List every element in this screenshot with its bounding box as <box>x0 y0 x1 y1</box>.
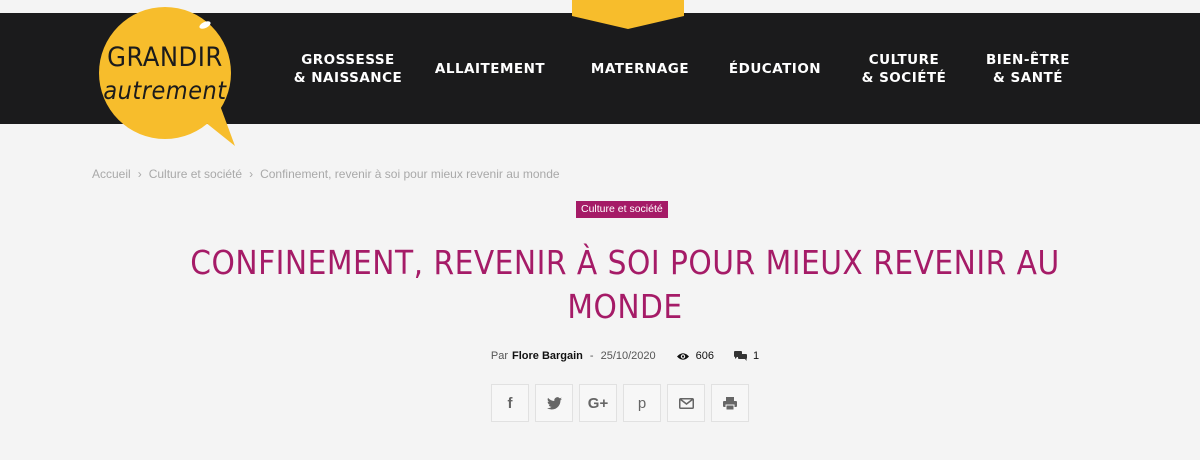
breadcrumb-home-link[interactable]: Accueil <box>92 167 131 181</box>
breadcrumb-separator: › <box>137 167 142 181</box>
nav-label-line-1: GROSSESSE <box>301 51 395 68</box>
eye-icon <box>676 352 689 360</box>
main-nav: GROSSESSE & NAISSANCE ALLAITEMENT MATERNA… <box>270 13 1110 124</box>
publish-date: 25/10/2020 <box>600 350 656 362</box>
breadcrumb: Accueil › Culture et société › Confinement, … <box>92 167 560 181</box>
leaf-icon <box>199 21 211 29</box>
pinterest-icon: p <box>637 394 647 412</box>
comments-count[interactable]: 1 <box>734 350 759 362</box>
nav-item-education[interactable]: ÉDUCATION <box>720 13 830 124</box>
breadcrumb-category-link[interactable]: Culture et société <box>149 167 242 181</box>
twitter-icon <box>546 396 562 409</box>
nav-item-allaitement[interactable]: ALLAITEMENT <box>430 13 550 124</box>
share-facebook-button[interactable]: f <box>491 384 529 422</box>
site-logo[interactable]: GRANDIR autrement <box>90 0 240 146</box>
nav-label: MATERNAGE <box>590 60 690 77</box>
article-title: CONFINEMENT, REVENIR À SOI POUR MIEUX RE… <box>190 243 1060 326</box>
logo-line-2: autrement <box>103 76 227 105</box>
views-value: 606 <box>695 350 714 362</box>
nav-item-grossesse-naissance[interactable]: GROSSESSE & NAISSANCE <box>280 13 416 124</box>
nav-label-line-2: & SANTÉ <box>993 69 1063 86</box>
nav-label: ALLAITEMENT <box>434 60 546 77</box>
logo-speech-bubble <box>99 7 235 146</box>
share-googleplus-button[interactable]: G+ <box>579 384 617 422</box>
google-plus-icon: G+ <box>587 394 609 412</box>
facebook-icon: f <box>507 394 513 412</box>
meta-separator: - <box>589 350 594 362</box>
share-email-button[interactable] <box>667 384 705 422</box>
breadcrumb-current: Confinement, revenir à soi pour mieux re… <box>260 167 560 181</box>
category-badge[interactable]: Culture et société <box>576 201 668 218</box>
share-bar: f G+ p <box>491 384 749 422</box>
nav-item-culture-societe[interactable]: CULTURE & SOCIÉTÉ <box>852 13 956 124</box>
logo-line-1: GRANDIR <box>107 42 223 73</box>
nav-label-line-1: CULTURE <box>868 51 940 68</box>
share-pinterest-button[interactable]: p <box>623 384 661 422</box>
nav-label-line-2: & SOCIÉTÉ <box>861 69 947 86</box>
nav-item-maternage[interactable]: MATERNAGE <box>580 13 700 124</box>
email-icon <box>678 397 694 409</box>
share-print-button[interactable] <box>711 384 749 422</box>
comments-icon <box>734 351 747 361</box>
nav-item-bien-etre-sante[interactable]: BIEN-ÊTRE & SANTÉ <box>978 13 1078 124</box>
breadcrumb-separator: › <box>249 167 254 181</box>
nav-label-line-1: BIEN-ÊTRE <box>986 51 1070 68</box>
print-icon <box>723 396 737 410</box>
comments-value: 1 <box>753 350 760 362</box>
article-meta: Par Flore Bargain - 25/10/2020 606 1 <box>0 350 1200 362</box>
share-twitter-button[interactable] <box>535 384 573 422</box>
nav-label: ÉDUCATION <box>728 60 822 77</box>
nav-label-line-2: & NAISSANCE <box>293 69 403 86</box>
author-link[interactable]: Flore Bargain <box>512 350 583 362</box>
author-prefix: Par <box>490 350 508 362</box>
views-count: 606 <box>676 350 714 362</box>
